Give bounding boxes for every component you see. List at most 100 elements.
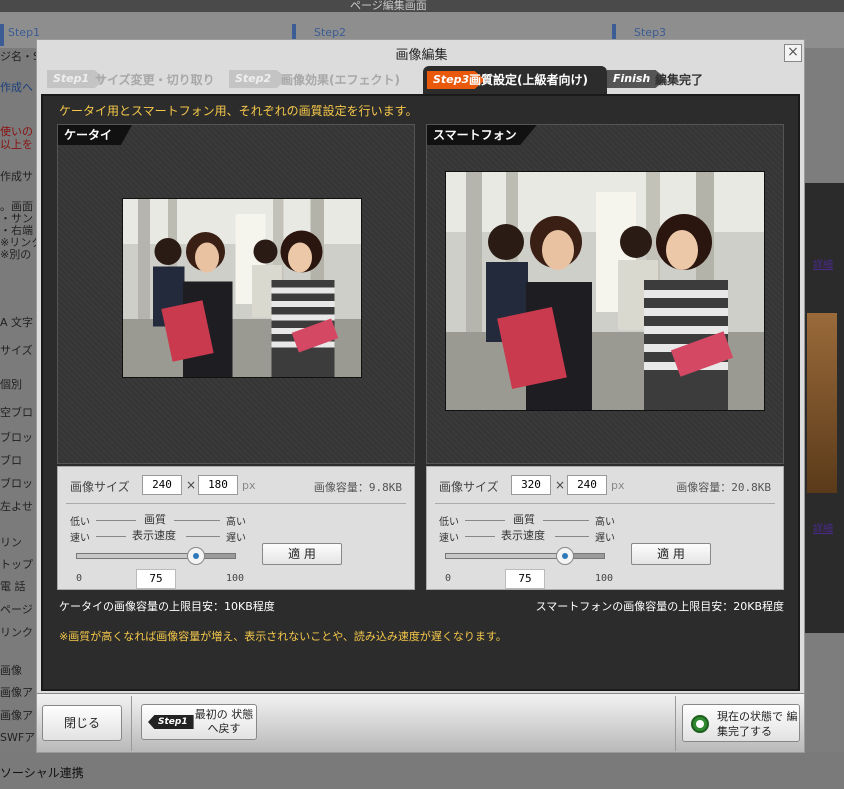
speed-fast-label: 速い xyxy=(70,533,90,544)
finish-label: 現在の状態で 編集完了する xyxy=(717,710,798,738)
background-sidebar-item: 個別 xyxy=(0,378,22,391)
reset-label: 最初の 状態へ戻す xyxy=(194,708,254,735)
background-step-1: Step1 xyxy=(0,24,40,46)
background-header: ページ編集画面 xyxy=(0,0,844,12)
keitai-slider-handle[interactable] xyxy=(187,547,205,565)
smartphone-width-input[interactable]: 320 xyxy=(511,475,551,495)
quality-settings-content: ケータイ用とスマートフォン用、それぞれの画質設定を行います。 ケータイ スマート… xyxy=(41,94,800,691)
quality-low-label: 低い xyxy=(70,517,90,528)
background-sidebar-item: 作成サ xyxy=(0,170,33,183)
background-sidebar-item: ページ xyxy=(0,603,33,616)
keitai-apply-button[interactable]: 適 用 xyxy=(262,543,342,565)
quality-high-label: 高い xyxy=(595,517,615,528)
background-sidebar-item: A 文字 xyxy=(0,316,34,329)
speed-slow-label: 遅い xyxy=(226,533,246,544)
keitai-quality-slider[interactable] xyxy=(76,553,236,559)
quality-low-label: 低い xyxy=(439,517,459,528)
image-size-label: 画像サイズ xyxy=(439,480,499,494)
instruction-note: ケータイ用とスマートフォン用、それぞれの画質設定を行います。 xyxy=(59,104,418,118)
divider xyxy=(66,503,406,504)
back-arrow-icon: Step1 xyxy=(148,715,194,729)
quality-label: 画質 xyxy=(513,513,535,526)
tab-label: 編集完了 xyxy=(655,73,704,87)
background-sidebar-item: トップ xyxy=(0,558,33,571)
smartphone-apply-button[interactable]: 適 用 xyxy=(631,543,711,565)
tab-label: 画像効果(エフェクト) xyxy=(281,73,400,87)
keitai-title: ケータイ xyxy=(58,125,133,145)
smartphone-preview-panel: スマートフォン xyxy=(426,124,784,464)
background-sidebar-item: 画像ア xyxy=(0,709,33,722)
background-thumbnail xyxy=(807,313,837,493)
smartphone-volume: 画像容量：20.8KB xyxy=(676,481,771,494)
tab-step1[interactable]: Step1 サイズ変更・切り取り xyxy=(47,70,225,90)
smartphone-quality-slider[interactable] xyxy=(445,553,605,559)
background-right-panel: 詳細 詳細 xyxy=(805,48,844,789)
finish-edit-button[interactable]: 現在の状態で 編集完了する xyxy=(682,704,800,742)
background-sidebar-item: リンク xyxy=(0,626,33,639)
background-social-label: ソーシャル連携 xyxy=(0,766,84,780)
times-symbol: × xyxy=(555,478,566,492)
background-bottom-bar: ソーシャル連携 xyxy=(0,752,844,789)
speed-fast-label: 速い xyxy=(439,533,459,544)
keitai-controls: 画像サイズ 240 × 180 px 画像容量：9.8KB 低い 画質 高い 速… xyxy=(57,466,415,590)
unit-label: px xyxy=(611,479,625,492)
keitai-preview-image xyxy=(122,198,362,378)
quality-high-label: 高い xyxy=(226,517,246,528)
smartphone-controls: 画像サイズ 320 × 240 px 画像容量：20.8KB 低い 画質 高い … xyxy=(426,466,784,590)
speed-label: 表示速度 xyxy=(132,529,176,542)
quality-warning: ※画質が高くなれば画像容量が増え、表示されないことや、読み込み速度が遅くなります… xyxy=(59,630,507,643)
quality-label: 画質 xyxy=(144,513,166,526)
background-sidebar-item: 作成へ xyxy=(0,81,33,94)
tab-label: サイズ変更・切り取り xyxy=(95,73,215,87)
smartphone-limit-note: スマートフォンの画像容量の上限目安：20KB程度 xyxy=(535,600,784,613)
image-edit-dialog: 画像編集 × Step1 サイズ変更・切り取り Step2 画像効果(エフェクト… xyxy=(36,39,805,753)
step-badge: Step2 xyxy=(229,70,288,88)
speed-label: 表示速度 xyxy=(501,529,545,542)
keitai-limit-note: ケータイの画像容量の上限目安：10KB程度 xyxy=(59,600,275,613)
close-icon[interactable]: × xyxy=(784,44,802,62)
step-tabs: Step1 サイズ変更・切り取り Step2 画像効果(エフェクト) Step3… xyxy=(37,66,806,94)
smartphone-quality-input[interactable]: 75 xyxy=(505,569,545,589)
close-button[interactable]: 閉じる xyxy=(42,705,122,741)
background-sidebar-item: ブロッ xyxy=(0,477,33,490)
background-sidebar-item: ジ名・S xyxy=(0,50,40,63)
keitai-quality-input[interactable]: 75 xyxy=(136,569,176,589)
tab-label: 画質設定(上級者向け) xyxy=(469,73,588,87)
speed-slow-label: 遅い xyxy=(595,533,615,544)
unit-label: px xyxy=(242,479,256,492)
background-sidebar-item: 画像 xyxy=(0,664,22,677)
background-sidebar-item: 空ブロ xyxy=(0,406,33,419)
background-sidebar-item: 電 話 xyxy=(0,580,26,593)
keitai-volume: 画像容量：9.8KB xyxy=(313,481,402,494)
background-sidebar-item: リン xyxy=(0,536,22,549)
reset-to-initial-button[interactable]: Step1 最初の 状態へ戻す xyxy=(141,704,257,740)
dialog-footer: 閉じる Step1 最初の 状態へ戻す 現在の状態で 編集完了する xyxy=(37,693,804,752)
keitai-preview-panel: ケータイ xyxy=(57,124,415,464)
background-sidebar-item: 左よせ xyxy=(0,500,33,513)
smartphone-height-input[interactable]: 240 xyxy=(567,475,607,495)
background-sidebar-item: ブロ xyxy=(0,454,22,467)
dialog-title: 画像編集 xyxy=(395,48,448,63)
background-sidebar-item: サイズ xyxy=(0,344,33,357)
range-max: 100 xyxy=(226,573,245,584)
background-sidebar-item: SWFア xyxy=(0,731,36,744)
tab-step3[interactable]: Step3 画質設定(上級者向け) xyxy=(423,66,607,94)
background-sidebar-item: 画像ア xyxy=(0,686,33,699)
tab-step2[interactable]: Step2 画像効果(エフェクト) xyxy=(229,70,421,90)
background-sidebar-item: ブロッ xyxy=(0,431,33,444)
smartphone-slider-handle[interactable] xyxy=(556,547,574,565)
background-detail-link: 詳細 xyxy=(813,260,833,271)
smartphone-preview-image xyxy=(445,171,765,411)
keitai-width-input[interactable]: 240 xyxy=(142,475,182,495)
background-detail-link: 詳細 xyxy=(813,524,833,535)
tab-finish[interactable]: Finish 編集完了 xyxy=(607,70,727,90)
range-min: 0 xyxy=(76,573,83,584)
background-sidebar-item: ※別の xyxy=(0,248,32,261)
times-symbol: × xyxy=(186,478,197,492)
image-size-label: 画像サイズ xyxy=(70,480,130,494)
confirm-circle-icon xyxy=(691,715,709,733)
background-sidebar-item: 以上を xyxy=(0,138,33,151)
keitai-height-input[interactable]: 180 xyxy=(198,475,238,495)
divider xyxy=(435,503,775,504)
background-sidebar: ジ名・S 作成へ 使いの 以上を 作成サ 。画面 ・サン ・右端 ※リンク ※別の A 文字 サイズ個… xyxy=(0,48,42,789)
